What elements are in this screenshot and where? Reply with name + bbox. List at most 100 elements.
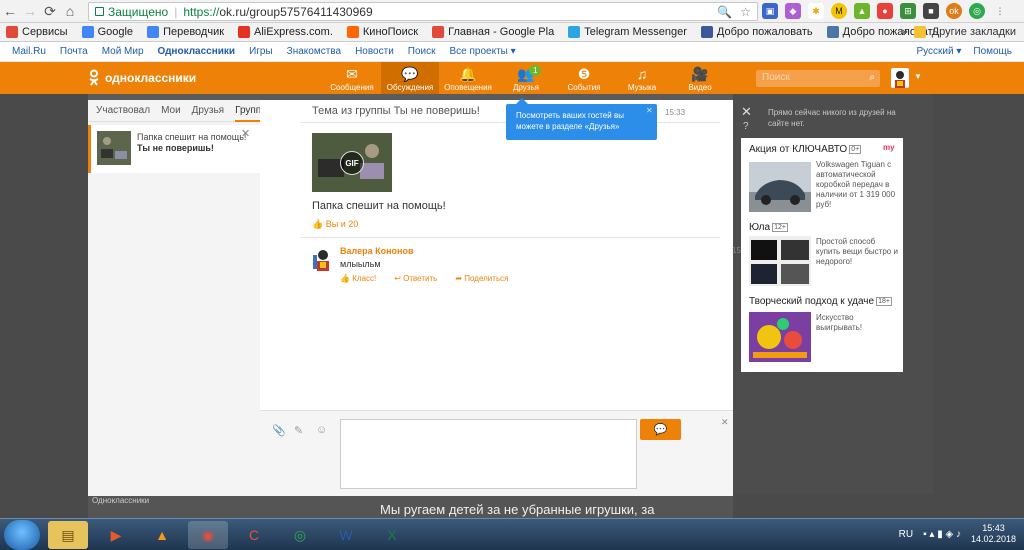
home-icon[interactable]: ⌂: [60, 1, 80, 21]
star-icon[interactable]: ☆: [740, 5, 751, 19]
topic-group: Ты не поверишь!: [137, 143, 214, 153]
bookmarks-more[interactable]: »: [902, 26, 908, 38]
menu-icon[interactable]: ⋮: [992, 3, 1008, 19]
bookmark-icon: [147, 26, 160, 38]
attach-icon[interactable]: 📎: [272, 424, 286, 437]
bookmark-item[interactable]: Добро пожаловать: [700, 26, 813, 38]
chevron-down-icon[interactable]: ▼: [914, 72, 922, 81]
gif-badge[interactable]: GIF: [340, 151, 364, 175]
user-avatar[interactable]: [891, 68, 909, 88]
vlc-icon[interactable]: ▲: [142, 521, 182, 549]
messenger-icon[interactable]: ◎: [280, 521, 320, 549]
back-arrow-icon[interactable]: ←: [0, 1, 20, 21]
send-button[interactable]: 💬: [640, 419, 681, 440]
close-icon[interactable]: ✕: [721, 417, 729, 428]
extension-icon[interactable]: ●: [877, 3, 893, 19]
ad-text[interactable]: Искусство выигрывать!: [816, 313, 898, 333]
bookmark-item[interactable]: AliExpress.com.: [238, 26, 333, 38]
extension-icon[interactable]: ⊞: [900, 3, 916, 19]
bookmark-item[interactable]: Google: [81, 26, 133, 38]
mailru-link[interactable]: Почта: [60, 46, 88, 57]
ok-logo[interactable]: одноклассники: [88, 69, 196, 86]
comment-action[interactable]: 👍 Класс!: [340, 274, 376, 283]
discussion-tab[interactable]: Друзья: [192, 105, 224, 116]
tab-1[interactable]: 💬 Обсуждения: [381, 62, 439, 94]
extension-icon[interactable]: M: [831, 3, 847, 19]
ad-text[interactable]: Volkswagen Tiguan с автоматической короб…: [816, 160, 898, 210]
word-icon[interactable]: W: [326, 521, 366, 549]
excel-icon[interactable]: X: [372, 521, 412, 549]
comment-input[interactable]: [340, 419, 637, 489]
media-player-icon[interactable]: ▶: [96, 521, 136, 549]
help-link[interactable]: Помощь: [973, 46, 1012, 57]
ad-title[interactable]: Юла 12+: [749, 222, 788, 233]
zoom-search-icon[interactable]: 🔍: [717, 5, 732, 19]
search-icon[interactable]: ⌕: [869, 72, 875, 83]
start-button[interactable]: [4, 520, 40, 550]
gif-image[interactable]: GIF: [312, 133, 392, 192]
mailru-link[interactable]: Все проекты ▾: [450, 46, 516, 57]
bookmark-item[interactable]: Главная - Google Pla: [432, 26, 554, 38]
close-icon[interactable]: ✕: [741, 104, 752, 120]
topic-item[interactable]: Папка спешит на помощь! Ты не поверишь! …: [88, 125, 260, 173]
language-select[interactable]: Русский ▾: [916, 46, 961, 57]
smiley-icon[interactable]: ☺: [316, 424, 327, 436]
extension-icon[interactable]: ■: [923, 3, 939, 19]
mailru-link[interactable]: Знакомства: [287, 46, 341, 57]
close-icon[interactable]: ✕: [241, 127, 250, 140]
other-bookmarks[interactable]: Другие закладки: [932, 26, 1016, 38]
close-icon[interactable]: ✕: [646, 105, 653, 116]
ad-text[interactable]: Простой способ купить вещи быстро и недо…: [816, 237, 898, 267]
comment-avatar[interactable]: [312, 247, 334, 271]
tab-6[interactable]: 🎥 Видео: [671, 62, 729, 94]
mailru-link[interactable]: Мой Мир: [102, 46, 144, 57]
tab-4[interactable]: ❺ События: [555, 62, 613, 94]
mailru-link[interactable]: Новости: [355, 46, 394, 57]
extension-icon[interactable]: ◎: [969, 3, 985, 19]
comment-author[interactable]: Валера Кононов: [340, 246, 414, 256]
mailru-link[interactable]: Одноклассники: [158, 46, 236, 57]
language-indicator[interactable]: RU: [899, 529, 913, 540]
mailru-link[interactable]: Игры: [249, 46, 273, 57]
extension-icon[interactable]: ok: [946, 3, 962, 19]
mytarget-logo[interactable]: my: [883, 143, 895, 152]
secure-indicator[interactable]: Защищено: [95, 5, 168, 19]
clock[interactable]: 15:43 14.02.2018: [971, 523, 1016, 545]
mailru-link[interactable]: Поиск: [408, 46, 436, 57]
tab-3[interactable]: 👥 Друзья 1: [497, 62, 555, 94]
extension-icon[interactable]: ✱: [808, 3, 824, 19]
reload-icon[interactable]: ⟳: [40, 1, 60, 21]
bookmark-icon: [568, 26, 581, 38]
ad-image[interactable]: [749, 162, 811, 212]
ad-title[interactable]: Творческий подход к удаче 18+: [749, 296, 892, 307]
discussion-tab[interactable]: Участвовал: [96, 105, 150, 116]
bookmark-item[interactable]: КиноПоиск: [346, 26, 418, 38]
comment-action[interactable]: ➦ Поделиться: [455, 274, 508, 283]
tab-0[interactable]: ✉ Сообщения: [323, 62, 381, 94]
ad-image[interactable]: [749, 236, 811, 286]
ad-image[interactable]: [749, 312, 811, 362]
extension-icon[interactable]: ▲: [854, 3, 870, 19]
pencil-icon[interactable]: ✎: [294, 424, 303, 437]
article-preview[interactable]: Мы ругаем детей за не убранные игрушки, …: [380, 502, 654, 517]
discussion-tab[interactable]: Мои: [161, 105, 181, 116]
forward-arrow-icon[interactable]: →: [20, 1, 40, 21]
explorer-icon[interactable]: ▤: [48, 521, 88, 549]
ad-title[interactable]: Акция от КЛЮЧАВТО 0+: [749, 144, 862, 155]
tab-2[interactable]: 🔔 Оповещения: [439, 62, 497, 94]
extension-icon[interactable]: ▣: [762, 3, 778, 19]
tab-5[interactable]: ♫ Музыка: [613, 62, 671, 94]
ccleaner-icon[interactable]: C: [234, 521, 274, 549]
bookmark-item[interactable]: Telegram Messenger: [568, 26, 687, 38]
help-icon[interactable]: ?: [743, 121, 749, 132]
search-input[interactable]: Поиск ⌕: [756, 70, 880, 87]
tray-icons[interactable]: ▪ ▴ ▮ ◈ ♪: [923, 529, 961, 540]
extension-icon[interactable]: ◆: [785, 3, 801, 19]
likes-count[interactable]: 👍 Вы и 20: [312, 219, 358, 230]
mailru-link[interactable]: Mail.Ru: [12, 46, 46, 57]
comment-action[interactable]: ↩ Ответить: [394, 274, 437, 283]
bookmark-item[interactable]: Переводчик: [147, 26, 224, 38]
chrome-icon[interactable]: ◉: [188, 521, 228, 549]
bookmark-item[interactable]: Сервисы: [6, 26, 68, 38]
address-bar[interactable]: Защищено | https:// ok.ru/group575764114…: [88, 2, 758, 21]
